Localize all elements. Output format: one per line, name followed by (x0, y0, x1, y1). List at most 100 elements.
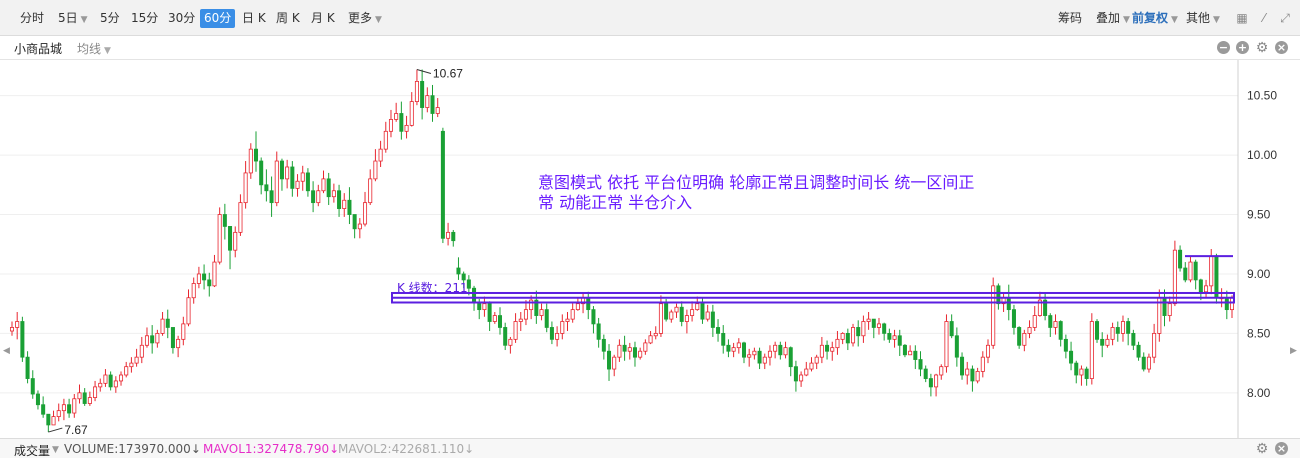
period-tab-15min[interactable]: 15分 (127, 9, 162, 28)
candle (845, 328, 850, 351)
candle (1167, 296, 1172, 322)
draw-tool-icon[interactable]: ⁄ (1257, 11, 1271, 25)
candle (918, 351, 923, 377)
period-tab-day[interactable]: 日 K (238, 9, 270, 28)
chips-button[interactable]: 筹码 (1054, 9, 1086, 28)
period-tab-5day[interactable]: 5日 ▼ (54, 9, 92, 28)
volume-dropdown[interactable]: 成交量 ▼ (14, 442, 59, 458)
mavol2-value: MAVOL2:422681.110↓ (338, 442, 475, 456)
candle (139, 336, 144, 364)
candle (1115, 321, 1120, 342)
candle (513, 313, 518, 343)
candle (321, 170, 326, 194)
candle (856, 320, 861, 347)
candle (228, 226, 233, 270)
candle (155, 329, 160, 348)
candle (601, 334, 606, 360)
candle (851, 323, 856, 347)
zoom-out-icon[interactable]: − (1217, 41, 1230, 54)
period-tab-more[interactable]: 更多 ▼ (344, 9, 386, 28)
y-tick-label: 8.50 (1247, 326, 1271, 340)
y-tick-label: 9.50 (1247, 208, 1271, 222)
candle (804, 361, 809, 377)
candle (783, 341, 788, 359)
candle (243, 161, 248, 209)
candle (643, 339, 648, 355)
candle (440, 127, 445, 244)
candle (607, 344, 612, 381)
candle (352, 214, 357, 239)
candle (46, 413, 51, 433)
candle (570, 302, 575, 323)
candle (866, 312, 871, 330)
grid-icon[interactable]: ▦ (1235, 11, 1249, 25)
scroll-right-icon[interactable]: ▶ (1290, 346, 1297, 356)
other-label: 其他 (1186, 11, 1211, 25)
other-dropdown[interactable]: 其他 ▼ (1182, 9, 1224, 28)
period-tab-30min[interactable]: 30分 (164, 9, 199, 28)
candle (337, 184, 342, 217)
candle (741, 341, 747, 364)
candle (684, 309, 689, 334)
candle (549, 321, 554, 345)
period-tab-intraday[interactable]: 分时 (16, 9, 48, 28)
high-marker-label: 10.67 (433, 67, 463, 81)
candle (347, 187, 352, 225)
candle (669, 309, 674, 323)
candle (1162, 289, 1167, 327)
fullscreen-icon[interactable]: ⤢ (1278, 11, 1292, 25)
candle (799, 371, 804, 387)
candle (1069, 341, 1074, 371)
chevron-down-icon: ▼ (80, 15, 88, 25)
candle (518, 312, 523, 332)
candle (529, 295, 534, 320)
candle (887, 328, 892, 343)
candle (1146, 353, 1151, 373)
volume-settings-gear-icon[interactable]: ⚙ (1255, 442, 1269, 456)
candle (1032, 306, 1037, 332)
candle (975, 367, 980, 384)
candle (627, 342, 632, 360)
settings-gear-icon[interactable]: ⚙ (1255, 41, 1269, 55)
candle (1131, 329, 1136, 351)
candle (710, 304, 715, 337)
candle (430, 84, 435, 122)
candle (108, 371, 113, 391)
adjust-mode-dropdown[interactable]: 前复权 ▼ (1128, 9, 1182, 28)
candle (1027, 320, 1032, 339)
candle (871, 318, 876, 339)
period-tab-60min[interactable]: 60分 (200, 9, 236, 28)
period-tab-month[interactable]: 月 K (307, 9, 339, 28)
candle (539, 303, 544, 321)
period-tab-5min[interactable]: 5分 (96, 9, 124, 28)
candle (1110, 322, 1115, 346)
indicator-dropdown[interactable]: 均线 ▼ (77, 40, 111, 57)
candle (51, 410, 56, 426)
candle (279, 158, 284, 191)
scroll-left-icon[interactable]: ◀ (3, 346, 10, 356)
candle (368, 169, 373, 206)
zoom-in-icon[interactable]: + (1236, 41, 1249, 54)
candle (835, 331, 840, 355)
annotation-line-1: 意图模式 依托 平台位明确 轮廓正常且调整时间长 统一区间正 (538, 173, 974, 192)
candle (747, 348, 752, 367)
candle (965, 361, 970, 385)
close-icon[interactable]: × (1275, 41, 1288, 54)
candle (67, 398, 72, 418)
candle (575, 297, 580, 311)
kline-count-label: K 线数：211 (397, 280, 468, 295)
candle (1152, 323, 1157, 364)
candle (196, 266, 201, 289)
candle (726, 339, 731, 358)
candlestick-chart: 10.50 10.00 9.50 9.00 8.50 8.00 10.67 7.67 K … (0, 60, 1277, 438)
candle (176, 335, 181, 358)
candle (913, 345, 918, 370)
candle (1126, 317, 1131, 346)
period-tab-week[interactable]: 周 K (272, 9, 304, 28)
volume-close-icon[interactable]: × (1275, 442, 1288, 455)
chevron-down-icon: ▼ (104, 46, 111, 56)
candle (77, 384, 82, 404)
candle (586, 291, 591, 320)
candle (248, 143, 253, 179)
candle (378, 140, 383, 167)
